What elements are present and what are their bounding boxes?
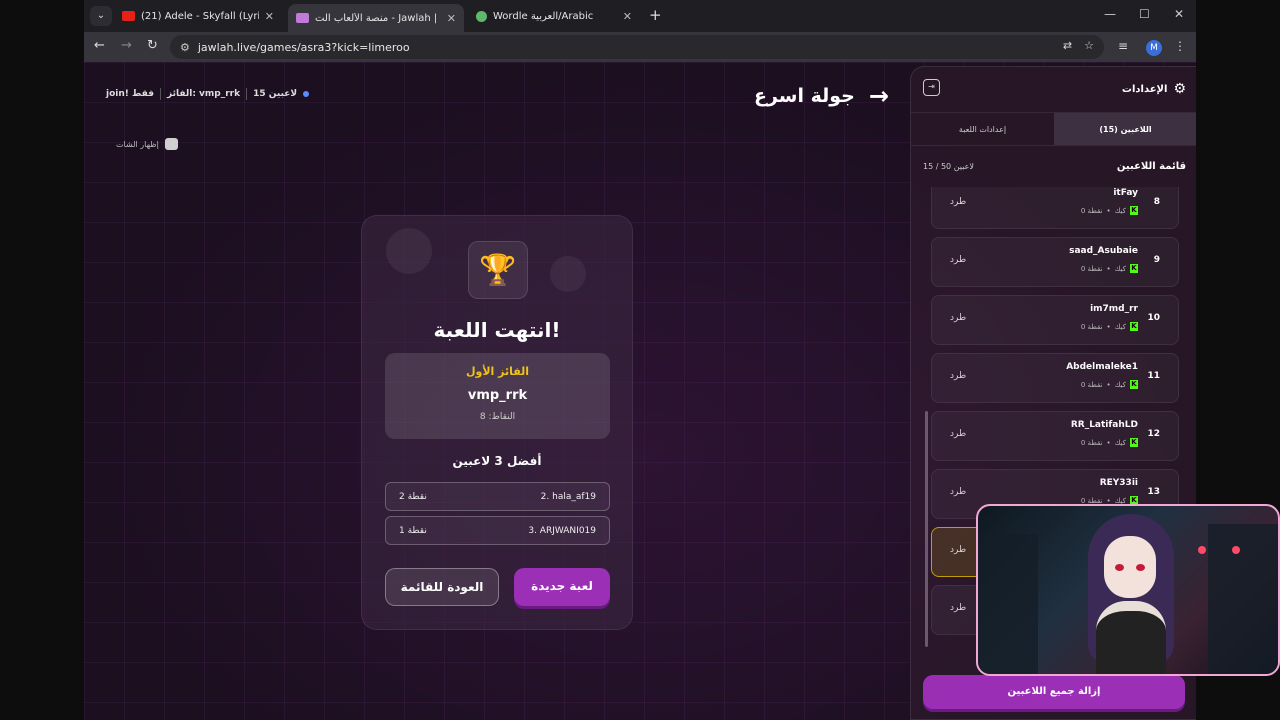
arrow-right-icon[interactable]: → <box>869 82 889 110</box>
trophy-icon: 🏆 <box>468 241 528 299</box>
winner-box: الفائز الأول vmp_rrk النقاط: 8 <box>385 353 610 439</box>
tab-jawlah[interactable]: منصة الألعاب الت - Jawlah | جولة ✕ <box>288 4 464 32</box>
back-to-menu-button[interactable]: العودة للقائمة <box>385 568 499 606</box>
menu-icon[interactable]: ⋮ <box>1174 39 1186 53</box>
player-row: طرد 8 itFay 0 نقطة • كيك K <box>931 187 1179 229</box>
player-row: طرد 9 saad_Asubaie 0 نقطة • كيك K <box>931 237 1179 287</box>
player-list-header: 15 / 50 لاعبين قائمة اللاعبين <box>923 161 1186 172</box>
avatar-body <box>1096 601 1166 674</box>
globe-icon <box>476 10 487 22</box>
round-title: جولة اسرع → <box>754 82 889 110</box>
youtube-icon <box>122 11 135 21</box>
settings-header: الإعدادات ⚙ <box>1121 81 1186 97</box>
avatar-face <box>1104 536 1156 598</box>
new-tab-button[interactable]: + <box>649 6 662 24</box>
kick-logo-icon: K <box>1130 264 1138 273</box>
profile-avatar[interactable]: M <box>1146 40 1162 56</box>
bookmark-star-icon[interactable]: ☆ <box>1084 39 1094 52</box>
kick-button[interactable]: طرد <box>950 197 966 207</box>
first-winner-label: الفائز الأول <box>465 365 530 378</box>
kick-logo-icon: K <box>1130 322 1138 331</box>
tab-search-button[interactable]: ⌄ <box>90 6 112 26</box>
browser-toolbar: ← → ↻ ⚙ jawlah.live/games/asra3?kick=lim… <box>84 32 1196 62</box>
player-row: طرد 10 im7md_rr 0 نقطة • كيك K <box>931 295 1179 345</box>
kick-button[interactable]: طرد <box>950 545 966 555</box>
collapse-sidebar-icon[interactable]: ⇥ <box>923 79 940 96</box>
winner-name: vmp_rrk <box>467 388 528 403</box>
kick-logo-icon: K <box>1130 380 1138 389</box>
rank-row: 1 نقطة 3. ARJWANI019 <box>385 516 610 545</box>
tab-youtube[interactable]: (21) Adele - Skyfall (Lyrics) - You ✕ <box>114 4 282 28</box>
tab-game-settings[interactable]: إعدادات اللعبة <box>911 113 1054 145</box>
player-list-scrollbar[interactable] <box>925 411 928 647</box>
back-icon[interactable]: ← <box>94 38 105 53</box>
kick-button[interactable]: طرد <box>950 255 966 265</box>
online-dot-icon <box>303 91 310 97</box>
site-info-icon[interactable]: ⚙ <box>180 41 190 54</box>
close-icon[interactable]: ✕ <box>623 10 632 23</box>
tab-strip: ⌄ (21) Adele - Skyfall (Lyrics) - You ✕ … <box>84 0 1196 32</box>
decor-bubble <box>550 256 586 292</box>
player-row: طرد 12 RR_LatifahLD 0 نقطة • كيك K <box>931 411 1179 461</box>
tab-wordle[interactable]: Wordle العربية/Arabic ✕ <box>468 4 640 28</box>
kick-logo-icon: K <box>1130 438 1138 447</box>
minimize-button[interactable]: — <box>1104 7 1116 21</box>
kick-button[interactable]: طرد <box>950 371 966 381</box>
game-over-card: 🏆 انتهت اللعبة! الفائز الأول vmp_rrk الن… <box>361 215 633 630</box>
kick-button[interactable]: طرد <box>950 429 966 439</box>
close-icon[interactable]: ✕ <box>447 12 456 25</box>
kick-button[interactable]: طرد <box>950 313 966 323</box>
close-icon[interactable]: ✕ <box>265 10 274 23</box>
translate-icon[interactable]: ⇄ <box>1063 39 1072 52</box>
jawlah-icon <box>296 13 309 23</box>
game-over-title: انتهت اللعبة! <box>433 318 561 342</box>
player-row: طرد 11 Abdelmaleke1 0 نقطة • كيك K <box>931 353 1179 403</box>
kick-logo-icon: K <box>1130 206 1138 215</box>
tab-players[interactable]: اللاعبين (15) <box>1054 113 1196 145</box>
top3-title: أفضل 3 لاعبين <box>452 454 542 468</box>
show-chat-toggle[interactable]: إظهار الشات <box>116 138 178 150</box>
sidebar-tabs: إعدادات اللعبة اللاعبين (15) <box>911 112 1196 146</box>
gear-icon: ⚙ <box>1173 81 1186 97</box>
decor-bubble <box>386 228 432 274</box>
kick-button[interactable]: طرد <box>950 603 966 613</box>
winner-points: النقاط: 8 <box>479 412 516 422</box>
forward-icon[interactable]: → <box>121 38 132 53</box>
media-icon[interactable]: ≡ <box>1118 39 1128 53</box>
game-status-bar: join! فقط الفائز: vmp_rrk 15 لاعبين <box>106 88 310 100</box>
close-window-button[interactable]: ✕ <box>1174 7 1184 21</box>
webcam-overlay <box>976 504 1280 676</box>
rank-row: 2 نقطة 2. hala_af19 <box>385 482 610 511</box>
chat-icon <box>164 138 178 150</box>
new-game-button[interactable]: لعبة جديدة <box>514 568 610 606</box>
address-bar[interactable]: ⚙ jawlah.live/games/asra3?kick=limeroo ⇄… <box>170 35 1104 59</box>
kick-button[interactable]: طرد <box>950 487 966 497</box>
remove-all-players-button[interactable]: إزالة جميع اللاعبين <box>923 675 1185 709</box>
reload-icon[interactable]: ↻ <box>147 38 158 53</box>
maximize-button[interactable]: ☐ <box>1139 7 1150 21</box>
